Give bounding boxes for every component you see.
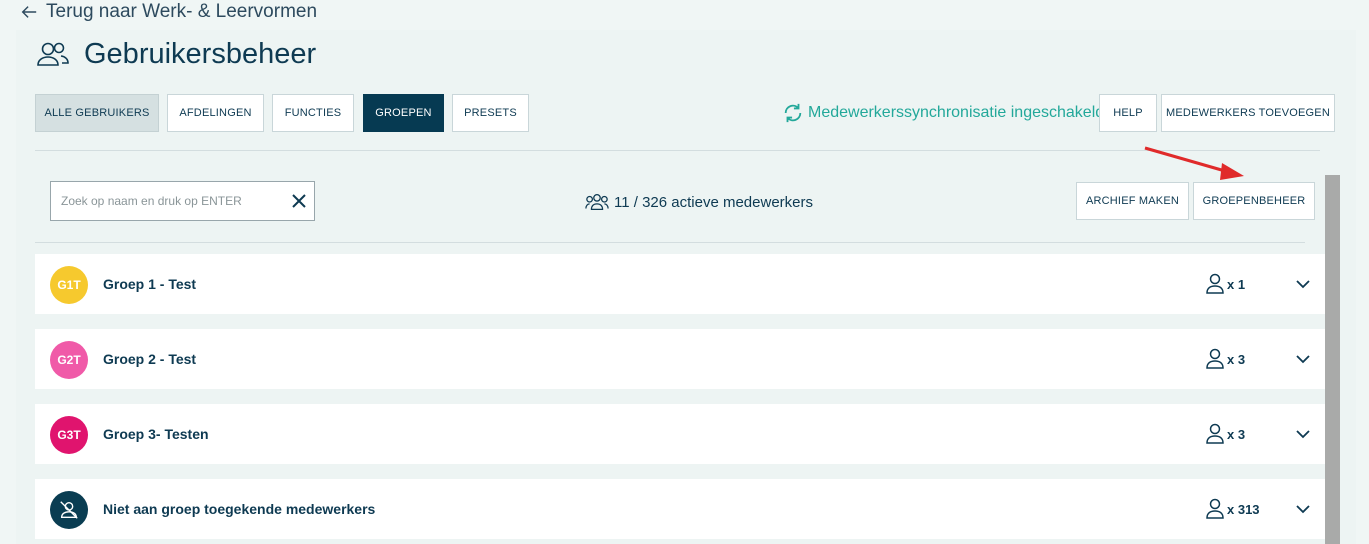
member-count: x 3 [1205, 423, 1245, 445]
groups-management-button[interactable]: GROEPENBEHEER [1193, 182, 1315, 220]
user-icon [1206, 273, 1224, 294]
group-name: Groep 1 - Test [103, 276, 197, 292]
users-group-icon [585, 193, 609, 211]
back-link-label: Terug naar Werk- & Leervormen [46, 1, 318, 22]
user-icon [1206, 498, 1224, 519]
group-avatar [50, 491, 88, 529]
tab-presets[interactable]: PRESETS [452, 94, 529, 132]
tab-alle-gebruikers[interactable]: ALLE GEBRUIKERS [35, 94, 159, 132]
clear-search-button[interactable] [284, 193, 314, 209]
member-count: x 1 [1205, 273, 1245, 295]
member-count: x 313 [1205, 498, 1260, 520]
user-icon [1206, 423, 1224, 444]
group-name: Groep 3- Testen [103, 426, 209, 442]
sync-icon [784, 103, 802, 123]
tab-groepen[interactable]: GROEPEN [363, 94, 444, 132]
no-user-icon [60, 501, 78, 519]
group-avatar: G3T [50, 416, 88, 454]
scrollbar[interactable] [1325, 175, 1340, 544]
chevron-down-icon[interactable] [1295, 426, 1311, 442]
close-icon [292, 194, 306, 208]
group-avatar: G1T [50, 266, 88, 304]
member-count-label: x 3 [1227, 426, 1246, 442]
member-count-label: x 3 [1227, 351, 1246, 367]
member-count: x 3 [1205, 348, 1245, 370]
group-row[interactable]: G1T Groep 1 - Test x 1 [35, 254, 1325, 314]
page-header: Gebruikersbeheer [36, 36, 316, 72]
tab-functies[interactable]: FUNCTIES [272, 94, 354, 132]
search-input[interactable] [51, 182, 284, 220]
search-box [50, 181, 315, 221]
group-row[interactable]: G2T Groep 2 - Test x 3 [35, 329, 1325, 389]
user-icon [1206, 348, 1224, 369]
tab-afdelingen[interactable]: AFDELINGEN [167, 94, 264, 132]
header-divider [35, 150, 1320, 151]
member-count-label: x 1 [1227, 276, 1246, 292]
chevron-down-icon[interactable] [1295, 351, 1311, 367]
group-avatar: G2T [50, 341, 88, 379]
arrow-left-icon [21, 6, 37, 18]
sync-status: Medewerkerssynchronisatie ingeschakeld [782, 100, 1104, 126]
back-link[interactable]: Terug naar Werk- & Leervormen [20, 0, 317, 24]
group-name: Groep 2 - Test [103, 351, 197, 367]
help-button[interactable]: HELP [1099, 94, 1157, 132]
group-row[interactable]: Niet aan groep toegekende medewerkers x … [35, 479, 1325, 539]
archive-button[interactable]: ARCHIEF MAKEN [1076, 182, 1189, 220]
chevron-down-icon[interactable] [1295, 501, 1311, 517]
toolbar-divider [35, 242, 1305, 243]
employee-count: 11 / 326 actieve medewerkers [585, 190, 813, 214]
users-icon [37, 42, 69, 66]
group-name: Niet aan groep toegekende medewerkers [103, 501, 376, 517]
sync-status-label: Medewerkerssynchronisatie ingeschakeld [808, 104, 1105, 121]
employee-count-label: 11 / 326 actieve medewerkers [614, 193, 813, 211]
member-count-label: x 313 [1227, 501, 1260, 517]
page-title: Gebruikersbeheer [84, 37, 317, 70]
group-row[interactable]: G3T Groep 3- Testen x 3 [35, 404, 1325, 464]
add-employees-button[interactable]: MEDEWERKERS TOEVOEGEN [1161, 94, 1335, 132]
chevron-down-icon[interactable] [1295, 276, 1311, 292]
annotation-arrow-icon [1144, 146, 1244, 180]
